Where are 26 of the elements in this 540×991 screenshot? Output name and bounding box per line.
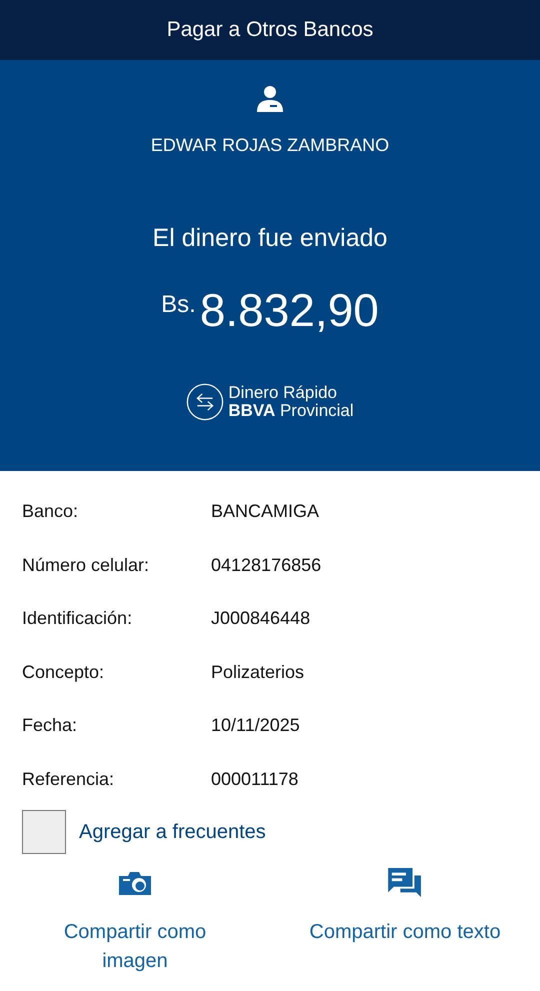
detail-label: Número celular:	[22, 554, 150, 576]
recipient-name: EDWAR ROJAS ZAMBRANO	[150, 135, 390, 156]
detail-label: Identificación:	[22, 608, 134, 630]
detail-label: Concepto:	[22, 662, 106, 683]
detail-value: 10/11/2025	[211, 715, 300, 736]
screen-title: Pagar a Otros Bancos	[166, 18, 374, 42]
chat-bubbles-icon[interactable]	[388, 868, 422, 898]
bank-name: BBVA Provincial	[228, 402, 354, 420]
checkbox-label[interactable]: Agregar a frecuentes	[79, 820, 266, 844]
amount: 8.832,90	[200, 283, 379, 337]
detail-value: 04128176856	[211, 554, 322, 576]
share-link[interactable]: Compartir como texto	[305, 918, 505, 947]
person-icon	[256, 85, 284, 113]
detail-value: 000011178	[211, 768, 298, 790]
detail-value: BANCAMIGA	[211, 501, 320, 522]
detail-label: Fecha:	[22, 715, 78, 736]
detail-value: Polizaterios	[211, 662, 304, 683]
detail-label: Banco:	[22, 501, 80, 522]
detail-label: Referencia:	[22, 768, 116, 790]
status-message: El dinero fue enviado	[152, 224, 388, 253]
transfer-arrows-icon	[186, 383, 224, 421]
checkbox[interactable]	[22, 810, 66, 854]
share-link[interactable]: Compartir como imagen	[35, 918, 235, 976]
detail-value: J000846448	[211, 608, 310, 630]
service-name: Dinero Rápido	[228, 384, 338, 402]
currency: Bs.	[161, 291, 196, 319]
